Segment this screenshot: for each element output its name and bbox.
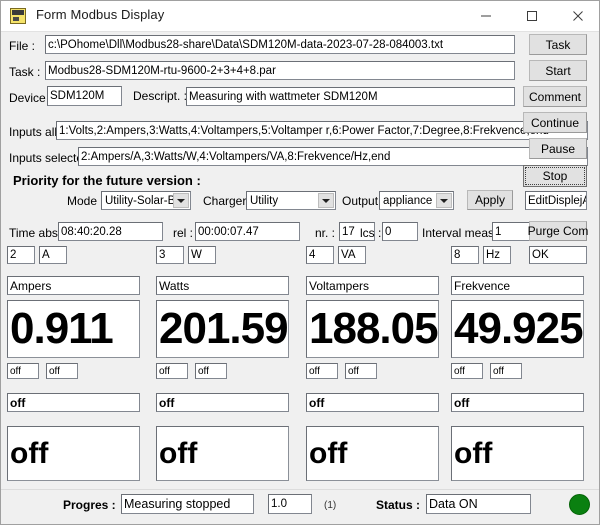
device-label: Device :	[9, 91, 53, 105]
channel-index-3[interactable]: 8	[451, 246, 479, 264]
priority-heading: Priority for the future version :	[13, 173, 201, 188]
channel-subtext-1[interactable]: off	[156, 393, 289, 412]
channel-flag-b-0[interactable]: off	[46, 363, 78, 379]
channel-flag-a-1[interactable]: off	[156, 363, 188, 379]
channel-unit-1[interactable]: W	[188, 246, 216, 264]
comment-button[interactable]: Comment	[523, 86, 587, 107]
status-label: Status :	[376, 498, 421, 512]
progres-count: (1)	[324, 500, 337, 511]
channel-unit-0[interactable]: A	[39, 246, 67, 264]
channel-subbig-2[interactable]: off	[306, 426, 439, 481]
lcs-label: lcs :	[360, 226, 382, 240]
purge-com-button[interactable]: Purge Com	[528, 221, 588, 241]
channel-unit-3[interactable]: Hz	[483, 246, 511, 264]
com-status-input[interactable]: OK	[529, 246, 587, 264]
channel-unit-2[interactable]: VA	[338, 246, 366, 264]
progres-label: Progres :	[63, 498, 116, 512]
rel-label: rel :	[173, 226, 194, 240]
continue-button[interactable]: Continue	[523, 112, 587, 133]
device-input[interactable]: SDM120M	[47, 86, 122, 106]
apply-button[interactable]: Apply	[467, 190, 513, 210]
task-label: Task :	[9, 65, 41, 79]
lcs-input[interactable]: 0	[382, 222, 418, 241]
interval-input[interactable]: 1	[492, 222, 532, 241]
charger-select-value: Utility	[250, 194, 279, 207]
channel-name-0[interactable]: Ampers	[7, 276, 140, 295]
channel-flag-a-3[interactable]: off	[451, 363, 483, 379]
minimize-icon[interactable]	[463, 1, 509, 30]
time-abs-input[interactable]: 08:40:20.28	[58, 222, 163, 241]
channel-subtext-2[interactable]: off	[306, 393, 439, 412]
form-modbus-display-window: Form Modbus Display File : c:\POhome\Dll…	[0, 0, 600, 525]
progres-input[interactable]: Measuring stopped	[121, 494, 254, 514]
stop-button-label: Stop	[542, 169, 568, 183]
descript-input[interactable]: Measuring with wattmeter SDM120M	[186, 87, 515, 106]
pause-button[interactable]: Pause	[529, 138, 587, 159]
output-select[interactable]: appliance	[379, 191, 454, 210]
channel-flag-b-2[interactable]: off	[345, 363, 377, 379]
time-abs-label: Time abs :	[9, 226, 65, 240]
channel-flag-a-2[interactable]: off	[306, 363, 338, 379]
inputs-selected-input[interactable]: 2:Ampers/A,3:Watts/W,4:Voltampers/VA,8:F…	[78, 147, 588, 166]
chevron-down-icon[interactable]	[436, 193, 452, 208]
channel-subbig-1[interactable]: off	[156, 426, 289, 481]
channel-value-0[interactable]: 0.911	[7, 300, 140, 358]
rel-input[interactable]: 00:00:07.47	[195, 222, 300, 241]
stop-button[interactable]: Stop	[523, 165, 587, 187]
maximize-icon[interactable]	[509, 1, 555, 30]
channel-value-2[interactable]: 188.05	[306, 300, 439, 358]
edit-display-input[interactable]: EditDisplejAp	[525, 191, 587, 210]
mode-label: Mode :	[67, 194, 104, 208]
chevron-down-icon[interactable]	[173, 193, 189, 208]
task-input[interactable]: Modbus28-SDM120M-rtu-9600-2+3+4+8.par	[45, 61, 515, 80]
channel-index-2[interactable]: 4	[306, 246, 334, 264]
channel-name-2[interactable]: Voltampers	[306, 276, 439, 295]
channel-value-1[interactable]: 201.59	[156, 300, 289, 358]
statusbar-divider	[1, 489, 599, 490]
channel-subbig-3[interactable]: off	[451, 426, 584, 481]
descript-label: Descript. :	[133, 89, 188, 103]
output-select-value: appliance	[383, 194, 433, 207]
channel-subtext-0[interactable]: off	[7, 393, 140, 412]
window-title: Form Modbus Display	[36, 7, 165, 22]
channel-subbig-0[interactable]: off	[7, 426, 140, 481]
form-modbus-icon	[10, 8, 26, 24]
chevron-down-icon[interactable]	[318, 193, 334, 208]
channel-name-1[interactable]: Watts	[156, 276, 289, 295]
status-led	[569, 494, 590, 515]
inputs-all-input[interactable]: 1:Volts,2:Ampers,3:Watts,4:Voltampers,5:…	[56, 121, 588, 140]
file-input[interactable]: c:\POhome\Dll\Modbus28-share\Data\SDM120…	[45, 35, 515, 54]
close-icon[interactable]	[555, 1, 599, 30]
channel-flag-b-3[interactable]: off	[490, 363, 522, 379]
mode-select[interactable]: Utility-Solar-Bat	[101, 191, 191, 210]
channel-value-3[interactable]: 49.925	[451, 300, 584, 358]
channel-subtext-3[interactable]: off	[451, 393, 584, 412]
status-input[interactable]: Data ON	[426, 494, 531, 514]
charger-select[interactable]: Utility	[246, 191, 336, 210]
task-button[interactable]: Task	[529, 34, 587, 55]
title-bar: Form Modbus Display	[1, 1, 599, 32]
channel-index-0[interactable]: 2	[7, 246, 35, 264]
file-label: File :	[9, 39, 36, 53]
channel-name-3[interactable]: Frekvence	[451, 276, 584, 295]
channel-flag-b-1[interactable]: off	[195, 363, 227, 379]
progres-number-input[interactable]: 1.0	[268, 494, 312, 514]
channel-index-1[interactable]: 3	[156, 246, 184, 264]
nr-label: nr. :	[315, 226, 336, 240]
start-button[interactable]: Start	[529, 60, 587, 81]
channel-flag-a-0[interactable]: off	[7, 363, 39, 379]
